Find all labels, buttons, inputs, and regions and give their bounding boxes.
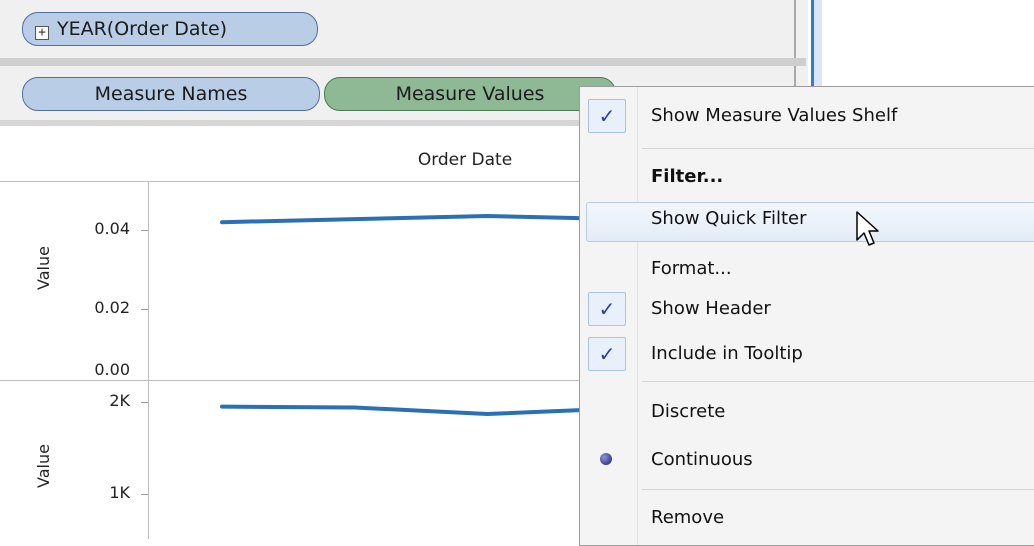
radio-dot-icon [600,453,612,465]
menu-separator [642,148,1034,149]
menu-separator [642,489,1034,490]
menu-item-include-in-tooltip[interactable]: ✓ Include in Tooltip [580,331,1034,377]
menu-item-remove[interactable]: Remove [580,495,1034,541]
series-line-bottom[interactable] [220,404,580,417]
context-menu: ✓ Show Measure Values Shelf Filter... Sh… [579,86,1034,546]
menu-item-continuous[interactable]: Continuous [580,437,1034,483]
menu-item-show-measure-values-shelf[interactable]: ✓ Show Measure Values Shelf [580,93,1034,139]
menu-item-discrete[interactable]: Discrete [580,389,1034,435]
menu-separator [642,381,1034,382]
menu-item-show-quick-filter[interactable]: Show Quick Filter [580,200,1034,246]
mouse-pointer-icon [856,211,879,246]
series-line-top[interactable] [220,213,580,225]
checkmark-icon: ✓ [588,99,626,133]
menu-item-show-header[interactable]: ✓ Show Header [580,286,1034,332]
checkmark-icon: ✓ [588,337,626,371]
line-marks[interactable] [0,0,580,539]
menu-item-filter[interactable]: Filter... [580,154,1034,200]
checkmark-icon: ✓ [588,292,626,326]
